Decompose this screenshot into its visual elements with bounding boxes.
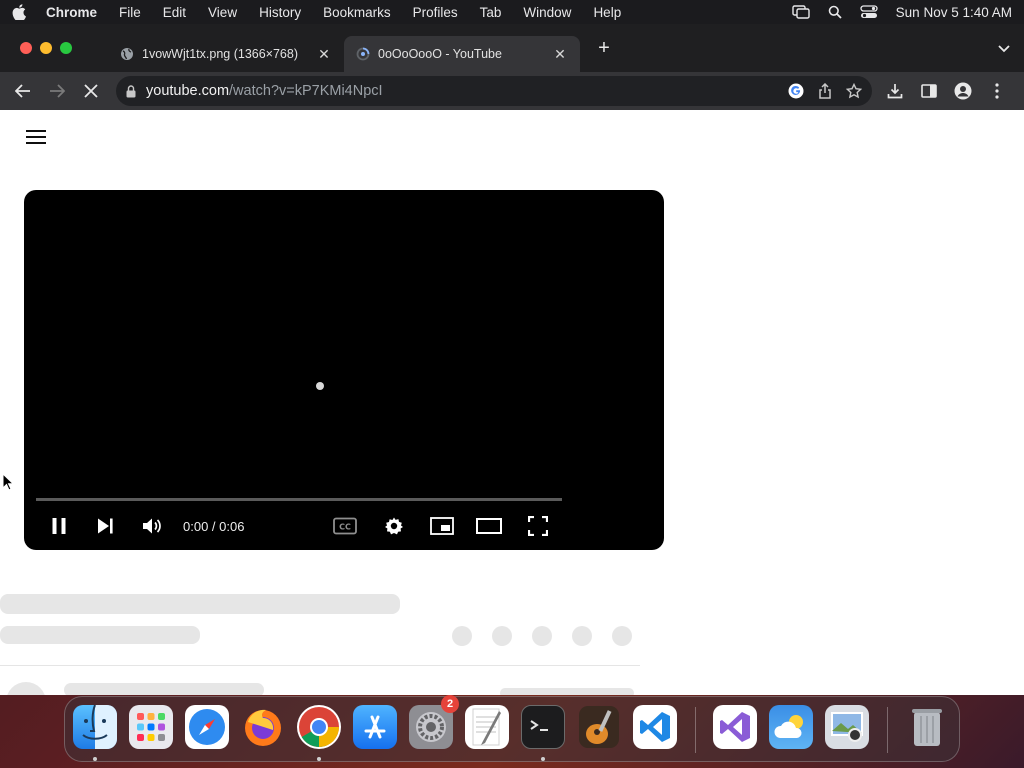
menu-file[interactable]: File	[119, 5, 141, 20]
bookmark-star-icon[interactable]	[846, 83, 862, 99]
profile-avatar-icon[interactable]	[948, 76, 978, 106]
url-path: /watch?v=kP7KMi4NpcI	[229, 83, 383, 99]
menu-window[interactable]: Window	[523, 5, 571, 20]
lock-icon[interactable]	[126, 84, 136, 98]
description-placeholder	[64, 683, 264, 695]
vscode-icon[interactable]	[633, 705, 677, 749]
close-tab-icon[interactable]: ✕	[552, 46, 568, 62]
zoom-window-button[interactable]	[60, 42, 72, 54]
miniplayer-icon[interactable]	[429, 514, 455, 538]
action-placeholder	[572, 626, 592, 646]
tab-strip: 1vowWjt1tx.png (1366×768) ✕ 0oOoOooO - Y…	[0, 24, 1024, 72]
address-bar[interactable]: youtube.com/watch?v=kP7KMi4NpcI	[116, 76, 872, 106]
downloads-icon[interactable]	[880, 76, 910, 106]
theater-mode-icon[interactable]	[476, 514, 502, 538]
channel-placeholder	[0, 626, 200, 644]
chrome-running-indicator	[317, 757, 321, 761]
progress-bar[interactable]	[36, 498, 562, 501]
finder-icon[interactable]	[73, 705, 117, 749]
svg-text:CC: CC	[339, 523, 351, 532]
action-placeholder	[532, 626, 552, 646]
menubar-clock[interactable]: Sun Nov 5 1:40 AM	[896, 5, 1012, 20]
globe-icon	[120, 47, 134, 61]
terminal-running-indicator	[541, 757, 545, 761]
tab-image[interactable]: 1vowWjt1tx.png (1366×768) ✕	[108, 36, 344, 72]
section-divider	[0, 665, 640, 666]
safari-icon[interactable]	[185, 705, 229, 749]
back-button[interactable]	[8, 76, 38, 106]
action-placeholder	[612, 626, 632, 646]
mouse-cursor	[2, 472, 15, 496]
volume-icon[interactable]	[139, 514, 165, 538]
menu-bar: Chrome File Edit View History Bookmarks …	[0, 0, 1024, 24]
menu-tab[interactable]: Tab	[480, 5, 502, 20]
tab-title: 0oOoOooO - YouTube	[378, 47, 502, 61]
weather-icon[interactable]	[769, 705, 813, 749]
spotlight-search-icon[interactable]	[828, 5, 842, 19]
app-store-icon[interactable]	[353, 705, 397, 749]
player-controls: 0:00 / 0:06 CC	[24, 510, 664, 542]
menu-view[interactable]: View	[208, 5, 237, 20]
tab-youtube[interactable]: 0oOoOooO - YouTube ✕	[344, 36, 580, 72]
next-button[interactable]	[92, 514, 118, 538]
action-placeholder	[492, 626, 512, 646]
tab-title: 1vowWjt1tx.png (1366×768)	[142, 47, 298, 61]
settings-gear-icon[interactable]	[381, 514, 407, 538]
tab-search-chevron-icon[interactable]	[998, 40, 1010, 58]
guide-menu-icon[interactable]	[26, 130, 46, 146]
textedit-icon[interactable]	[465, 705, 509, 749]
subtitles-icon[interactable]: CC	[332, 514, 358, 538]
menu-app-name[interactable]: Chrome	[46, 5, 97, 20]
browser-toolbar: youtube.com/watch?v=kP7KMi4NpcI	[0, 72, 1024, 110]
launchpad-icon[interactable]	[129, 705, 173, 749]
menu-help[interactable]: Help	[593, 5, 621, 20]
title-placeholder	[0, 594, 400, 614]
loading-spinner-icon	[356, 47, 370, 61]
youtube-page: 0:00 / 0:06 CC	[0, 110, 1024, 695]
google-lens-icon[interactable]	[788, 83, 804, 99]
video-player[interactable]: 0:00 / 0:06 CC	[24, 190, 664, 550]
dock-separator	[887, 707, 888, 753]
chrome-menu-icon[interactable]	[982, 76, 1012, 106]
sidebar-placeholder	[500, 688, 634, 695]
forward-button[interactable]	[42, 76, 72, 106]
trash-icon[interactable]	[905, 705, 949, 749]
notification-badge: 2	[441, 695, 459, 713]
finder-running-indicator	[93, 757, 97, 761]
screen-mirroring-icon[interactable]	[791, 5, 810, 19]
action-placeholder	[452, 626, 472, 646]
window-controls	[20, 42, 80, 54]
visual-studio-icon[interactable]	[713, 705, 757, 749]
url-host: youtube.com	[146, 83, 230, 99]
side-panel-icon[interactable]	[914, 76, 944, 106]
buffering-indicator	[316, 382, 324, 390]
browser-window: 1vowWjt1tx.png (1366×768) ✕ 0oOoOooO - Y…	[0, 24, 1024, 695]
control-center-icon[interactable]	[860, 5, 878, 19]
garageband-icon[interactable]	[577, 705, 621, 749]
firefox-icon[interactable]	[241, 705, 285, 749]
stop-loading-button[interactable]	[76, 76, 106, 106]
minimize-window-button[interactable]	[40, 42, 52, 54]
menu-edit[interactable]: Edit	[163, 5, 186, 20]
share-icon[interactable]	[818, 83, 832, 99]
apple-menu-icon[interactable]	[12, 4, 28, 20]
preview-icon[interactable]	[825, 705, 869, 749]
pause-button[interactable]	[46, 514, 72, 538]
terminal-icon[interactable]	[521, 705, 565, 749]
omnibox-actions	[774, 83, 862, 99]
new-tab-button[interactable]: +	[592, 37, 616, 60]
fullscreen-icon[interactable]	[525, 514, 551, 538]
dock: 2	[64, 695, 960, 762]
close-window-button[interactable]	[20, 42, 32, 54]
dock-separator	[695, 707, 696, 753]
menu-profiles[interactable]: Profiles	[413, 5, 458, 20]
avatar-placeholder	[6, 682, 46, 695]
menu-history[interactable]: History	[259, 5, 301, 20]
menubar-status-area: Sun Nov 5 1:40 AM	[774, 5, 1012, 20]
chrome-icon[interactable]	[297, 705, 341, 749]
menu-bookmarks[interactable]: Bookmarks	[323, 5, 391, 20]
close-tab-icon[interactable]: ✕	[316, 46, 332, 62]
time-display: 0:00 / 0:06	[183, 519, 245, 534]
